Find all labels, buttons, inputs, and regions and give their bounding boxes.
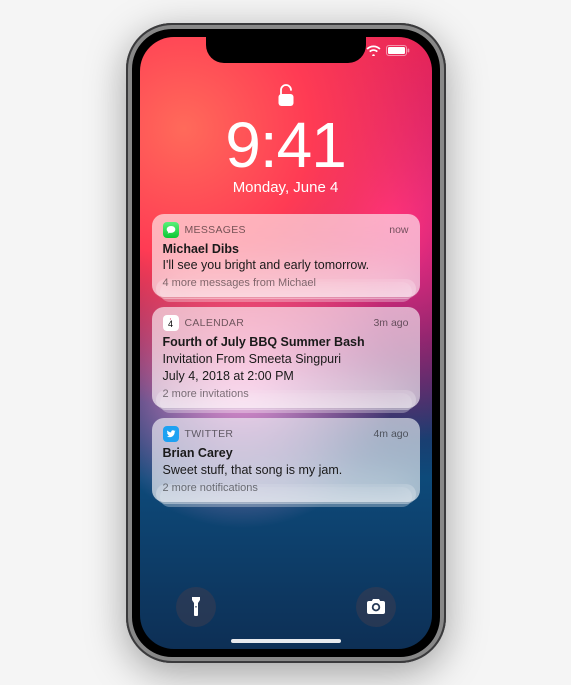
- notification-body: Sweet stuff, that song is my jam.: [163, 462, 409, 479]
- flashlight-button[interactable]: [176, 587, 216, 627]
- notification-timestamp: 4m ago: [373, 428, 408, 440]
- battery-icon: [386, 45, 410, 56]
- calendar-icon: • 4: [163, 315, 179, 331]
- notification-body: Invitation From Smeeta Singpuri: [163, 351, 409, 368]
- app-name: MESSAGES: [185, 224, 384, 236]
- notification-list: MESSAGES now Michael Dibs I'll see you b…: [152, 214, 420, 502]
- notification-body2: July 4, 2018 at 2:00 PM: [163, 368, 409, 385]
- notification-timestamp: now: [389, 224, 408, 236]
- notification-card: • 4 CALENDAR 3m ago Fourth of July BBQ S…: [152, 307, 420, 408]
- lockscreen-date: Monday, June 4: [233, 179, 339, 196]
- notification-more: 2 more invitations: [163, 388, 409, 400]
- notification-more: 4 more messages from Michael: [163, 277, 409, 289]
- notification-card: MESSAGES now Michael Dibs I'll see you b…: [152, 214, 420, 298]
- notification-title: Brian Carey: [163, 445, 409, 462]
- camera-button[interactable]: [356, 587, 396, 627]
- notification-timestamp: 3m ago: [373, 317, 408, 329]
- notification-body: I'll see you bright and early tomorrow.: [163, 257, 409, 274]
- screen: 9:41 Monday, June 4 MESSAGES now: [140, 37, 432, 649]
- notification-card: TWITTER 4m ago Brian Carey Sweet stuff, …: [152, 418, 420, 502]
- notification-title: Michael Dibs: [163, 241, 409, 258]
- home-indicator[interactable]: [231, 639, 341, 643]
- lockscreen-time: 9:41: [225, 113, 346, 177]
- notification-title: Fourth of July BBQ Summer Bash: [163, 334, 409, 351]
- unlock-icon: [276, 83, 296, 109]
- notification-stack-messages[interactable]: MESSAGES now Michael Dibs I'll see you b…: [152, 214, 420, 298]
- notification-more: 2 more notifications: [163, 482, 409, 494]
- messages-icon: [163, 222, 179, 238]
- notch: [206, 37, 366, 63]
- device-frame: 9:41 Monday, June 4 MESSAGES now: [126, 23, 446, 663]
- notification-stack-calendar[interactable]: • 4 CALENDAR 3m ago Fourth of July BBQ S…: [152, 307, 420, 408]
- app-name: TWITTER: [185, 428, 368, 440]
- flashlight-icon: [190, 597, 202, 617]
- twitter-icon: [163, 426, 179, 442]
- app-name: CALENDAR: [185, 317, 368, 329]
- camera-icon: [366, 599, 386, 615]
- notification-stack-twitter[interactable]: TWITTER 4m ago Brian Carey Sweet stuff, …: [152, 418, 420, 502]
- wifi-icon: [366, 45, 381, 56]
